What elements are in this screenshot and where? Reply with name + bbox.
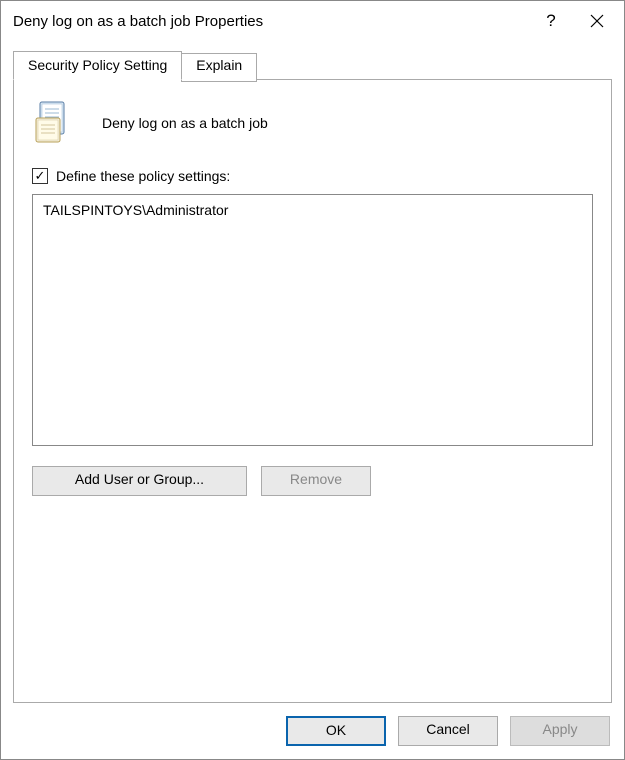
close-button[interactable] [574,5,620,37]
tab-security-policy-setting[interactable]: Security Policy Setting [13,51,182,80]
tab-strip: Security Policy Setting Explain [13,51,612,80]
define-policy-label: Define these policy settings: [56,168,230,184]
help-button[interactable]: ? [528,5,574,37]
properties-dialog: Deny log on as a batch job Properties ? … [0,0,625,760]
checkmark-icon: ✓ [35,169,46,182]
define-policy-checkbox[interactable]: ✓ [32,168,48,184]
remove-button[interactable]: Remove [261,466,371,496]
titlebar: Deny log on as a batch job Properties ? [1,1,624,41]
policy-entries-listbox[interactable]: TAILSPINTOYS\Administrator [32,194,593,446]
policy-icon [32,98,80,146]
close-icon [590,14,604,28]
list-item[interactable]: TAILSPINTOYS\Administrator [41,201,584,219]
dialog-body: Security Policy Setting Explain Deny lo [1,41,624,703]
ok-button[interactable]: OK [286,716,386,746]
policy-name-label: Deny log on as a batch job [102,113,268,131]
list-buttons-row: Add User or Group... Remove [32,466,593,496]
window-title: Deny log on as a batch job Properties [13,13,528,30]
policy-header: Deny log on as a batch job [32,98,593,146]
apply-button[interactable]: Apply [510,716,610,746]
tab-panel-security: Deny log on as a batch job ✓ Define thes… [13,79,612,703]
tab-explain[interactable]: Explain [181,53,257,82]
add-user-or-group-button[interactable]: Add User or Group... [32,466,247,496]
cancel-button[interactable]: Cancel [398,716,498,746]
dialog-footer: OK Cancel Apply [1,703,624,759]
define-policy-checkbox-row: ✓ Define these policy settings: [32,168,593,184]
